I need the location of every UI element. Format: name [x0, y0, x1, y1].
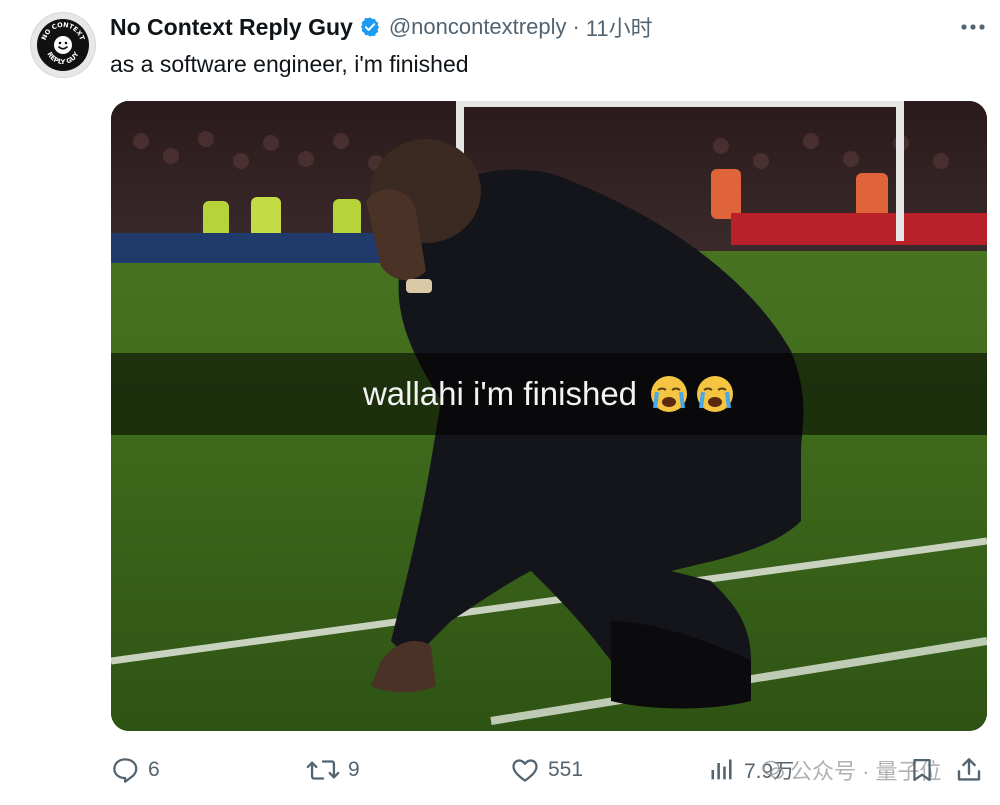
reply-count: 6 — [148, 758, 160, 781]
author-display-name[interactable]: No Context Reply Guy — [110, 14, 353, 41]
tweet-actions: 6 9 551 7.9万 公众号 · 量子位 — [0, 748, 1000, 792]
views-chart-icon — [711, 759, 732, 780]
crying-emoji-icon — [649, 374, 735, 414]
author-avatar[interactable]: NO CONTEXT REPLY GUY — [30, 12, 96, 78]
more-options-button[interactable] — [955, 12, 991, 42]
like-button[interactable]: 551 — [510, 748, 583, 792]
wechat-logo-icon — [762, 760, 784, 779]
heart-icon — [512, 759, 538, 782]
reply-button[interactable]: 6 — [110, 748, 160, 792]
bookmark-icon — [913, 758, 931, 782]
share-icon — [957, 758, 981, 781]
reply-icon — [113, 758, 138, 783]
retweet-icon — [306, 760, 340, 780]
tweet-header: No Context Reply Guy @noncontextreply · … — [110, 12, 653, 42]
retweet-count: 9 — [348, 758, 360, 781]
avatar-logo-icon: NO CONTEXT REPLY GUY — [37, 19, 89, 71]
meme-caption: wallahi i'm finished — [111, 353, 987, 435]
bookmark-button[interactable] — [908, 748, 944, 792]
more-dots-icon — [961, 24, 985, 30]
share-button[interactable] — [954, 748, 992, 792]
tweet-media-image[interactable]: wallahi i'm finished — [111, 101, 987, 731]
author-handle[interactable]: @noncontextreply — [389, 14, 567, 40]
like-count: 551 — [548, 758, 584, 781]
tweet-text: as a software engineer, i'm finished — [110, 51, 469, 77]
meme-caption-text: wallahi i'm finished — [362, 375, 638, 412]
retweet-button[interactable]: 9 — [306, 748, 360, 792]
tweet-timestamp[interactable]: 11小时 — [586, 11, 653, 43]
verified-badge-icon — [360, 17, 379, 37]
separator-dot: · — [572, 14, 580, 39]
